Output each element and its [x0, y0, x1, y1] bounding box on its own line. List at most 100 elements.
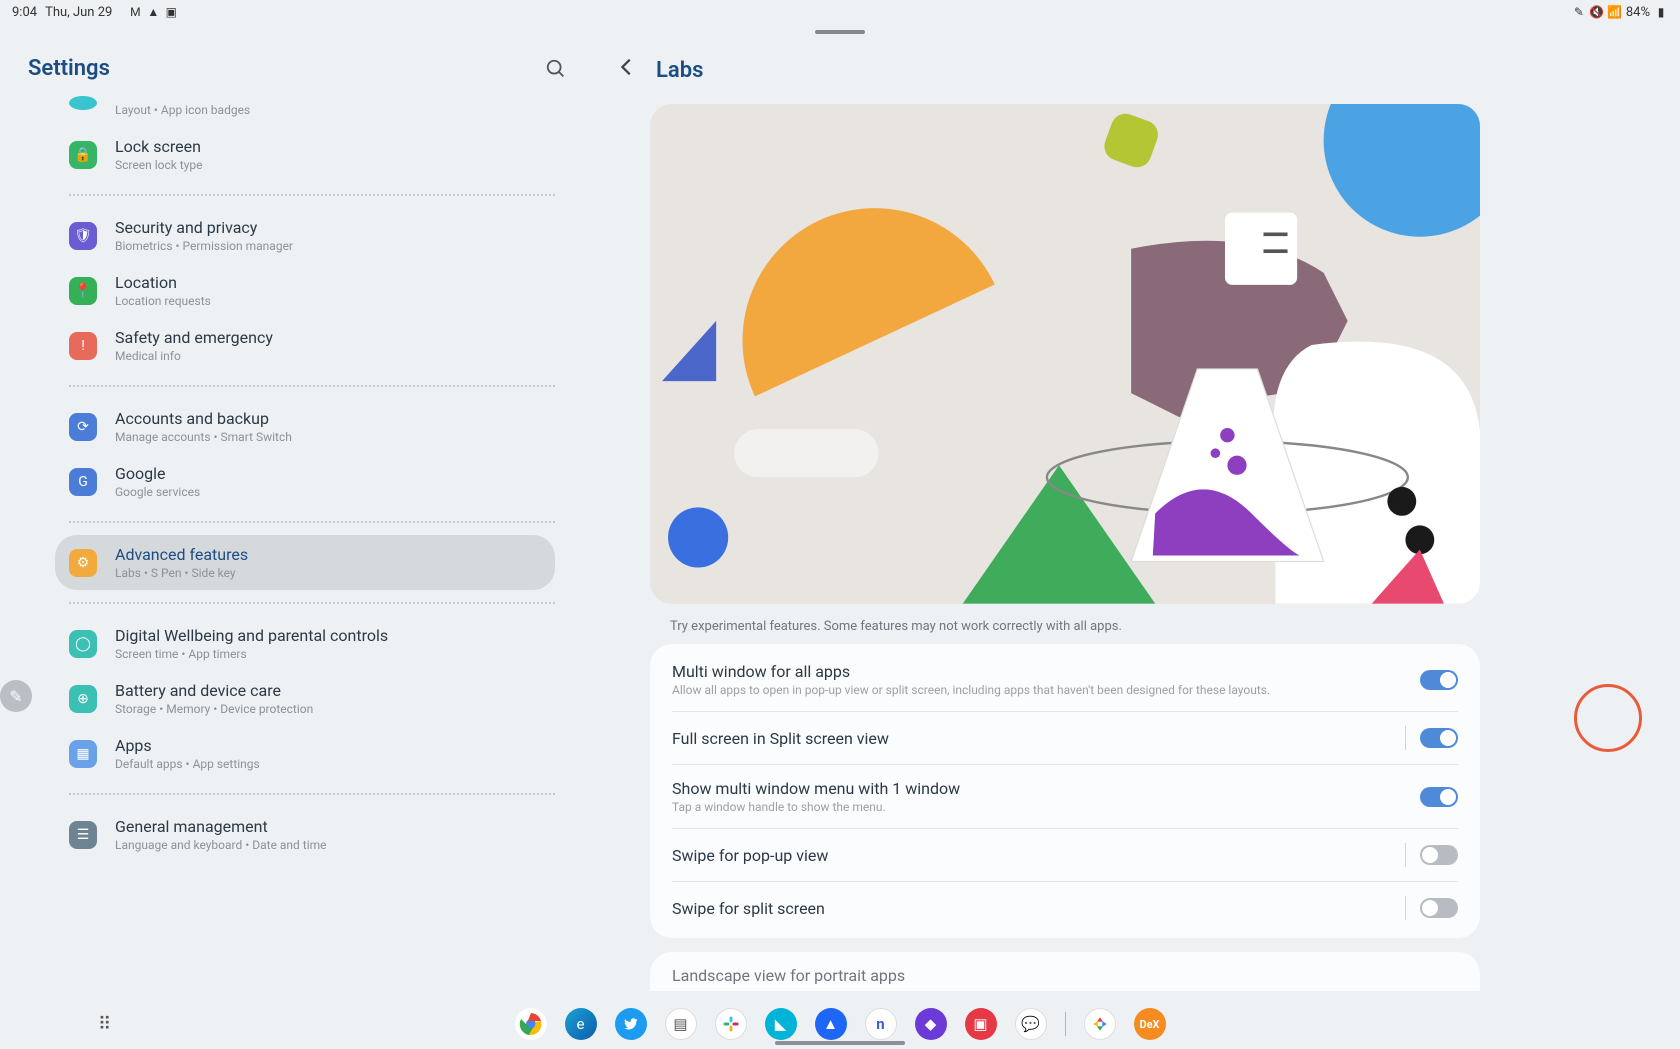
settings-item-location[interactable]: 📍 Location Location requests — [55, 263, 555, 318]
separator — [1405, 843, 1406, 867]
search-icon[interactable] — [545, 58, 567, 86]
labs-card-extra: Landscape view for portrait apps — [650, 952, 1480, 991]
item-title: Lock screen — [115, 137, 203, 156]
taskbar-separator — [1065, 1012, 1066, 1036]
edge-panel-handle[interactable]: ✎ — [0, 680, 32, 712]
messages-icon[interactable]: 💬 — [1015, 1008, 1047, 1040]
settings-item-google[interactable]: G Google Google services — [55, 454, 555, 509]
toggle-swipe-popup[interactable] — [1420, 845, 1458, 865]
settings-item-apps[interactable]: ▦ Apps Default apps • App settings — [55, 726, 555, 781]
toggle-show-menu[interactable] — [1420, 787, 1458, 807]
labs-row-fullscreen-split[interactable]: Full screen in Split screen view — [672, 712, 1458, 765]
settings-item-safety-emergency[interactable]: ! Safety and emergency Medical info — [55, 318, 555, 373]
app-icon-purple[interactable]: ◆ — [915, 1008, 947, 1040]
sliders-icon: ☰ — [69, 821, 97, 849]
photo-icon: ▣ — [164, 5, 178, 19]
app-icon-red[interactable]: ▣ — [965, 1008, 997, 1040]
row-title: Full screen in Split screen view — [672, 729, 889, 748]
item-sub: Screen lock type — [115, 158, 203, 172]
status-bar: 9:04 Thu, Jun 29 M ▲ ▣ ✎ 🔇 📶 84% ▮ — [0, 0, 1680, 24]
labs-row-swipe-popup[interactable]: Swipe for pop-up view — [672, 829, 1458, 882]
settings-sidebar: Settings Layout • App icon badges 🔒 Lock… — [0, 24, 600, 1049]
item-title: Accounts and backup — [115, 409, 292, 428]
dex-icon[interactable]: DeX — [1134, 1008, 1166, 1040]
settings-item-lock-screen[interactable]: 🔒 Lock screen Screen lock type — [55, 127, 555, 182]
lock-icon: 🔒 — [69, 141, 97, 169]
item-sub: Storage • Memory • Device protection — [115, 702, 313, 716]
item-title: Safety and emergency — [115, 328, 273, 347]
toggle-multi-window[interactable] — [1420, 670, 1458, 690]
slack-icon[interactable] — [715, 1008, 747, 1040]
item-title: Digital Wellbeing and parental controls — [115, 626, 388, 645]
settings-item-advanced-features[interactable]: ⚙ Advanced features Labs • S Pen • Side … — [55, 535, 555, 590]
item-title: Location — [115, 273, 211, 292]
settings-title: Settings — [10, 44, 570, 93]
labs-row-show-menu[interactable]: Show multi window menu with 1 window Tap… — [672, 765, 1458, 829]
labs-hero-image — [650, 104, 1480, 604]
separator — [1405, 726, 1406, 750]
row-title: Show multi window menu with 1 window — [672, 779, 960, 798]
status-time: 9:04 — [12, 5, 37, 20]
settings-item-security-privacy[interactable]: 🛡 Security and privacy Biometrics • Perm… — [55, 208, 555, 263]
google-icon: G — [69, 468, 97, 496]
labs-description: Try experimental features. Some features… — [670, 619, 1640, 634]
taskbar: ⠿ e ▤ ◣ ▲ n ◆ ▣ 💬 DeX — [0, 999, 1680, 1049]
warning-icon: ▲ — [146, 5, 160, 19]
app-icon-blue[interactable]: ▲ — [815, 1008, 847, 1040]
chrome-icon[interactable] — [515, 1008, 547, 1040]
pen-icon: ✎ — [1572, 5, 1586, 19]
sync-icon: ⟳ — [69, 413, 97, 441]
settings-item-digital-wellbeing[interactable]: ◯ Digital Wellbeing and parental control… — [55, 616, 555, 671]
item-sub: Google services — [115, 485, 200, 499]
battery-icon: ▮ — [1654, 5, 1668, 19]
row-title[interactable]: Landscape view for portrait apps — [672, 966, 1458, 985]
apps-icon: ▦ — [69, 740, 97, 768]
gear-icon: ⚙ — [69, 549, 97, 577]
row-title: Multi window for all apps — [672, 662, 1270, 681]
app-icon-n[interactable]: n — [865, 1008, 897, 1040]
back-icon[interactable] — [616, 56, 638, 84]
item-title: Apps — [115, 736, 260, 755]
divider — [69, 793, 555, 795]
wellbeing-icon: ◯ — [69, 630, 97, 658]
app-icon-teal[interactable]: ◣ — [765, 1008, 797, 1040]
labs-header: Labs — [610, 44, 1640, 104]
labs-row-multi-window[interactable]: Multi window for all apps Allow all apps… — [672, 648, 1458, 712]
item-title: Google — [115, 464, 200, 483]
photos-icon[interactable] — [1084, 1008, 1116, 1040]
status-date: Thu, Jun 29 — [45, 5, 112, 20]
location-icon: 📍 — [69, 277, 97, 305]
item-sub: Manage accounts • Smart Switch — [115, 430, 292, 444]
settings-item-battery-device-care[interactable]: ⊕ Battery and device care Storage • Memo… — [55, 671, 555, 726]
labs-panel: Labs — [600, 24, 1680, 1049]
toggle-fullscreen-split[interactable] — [1420, 728, 1458, 748]
battery-care-icon: ⊕ — [69, 685, 97, 713]
divider — [69, 602, 555, 604]
app-drawer-icon[interactable]: ⠿ — [98, 1014, 111, 1035]
row-subtitle: Allow all apps to open in pop-up view or… — [672, 683, 1270, 697]
item-sub: Labs • S Pen • Side key — [115, 566, 248, 580]
item-sub: Biometrics • Permission manager — [115, 239, 293, 253]
item-title: Advanced features — [115, 545, 248, 564]
settings-list: Layout • App icon badges 🔒 Lock screen S… — [10, 101, 570, 862]
settings-item-home-screen[interactable]: Layout • App icon badges — [55, 101, 555, 127]
files-icon[interactable]: ▤ — [665, 1008, 697, 1040]
divider — [69, 385, 555, 387]
settings-item-accounts-backup[interactable]: ⟳ Accounts and backup Manage accounts • … — [55, 399, 555, 454]
labs-card: Multi window for all apps Allow all apps… — [650, 644, 1480, 938]
item-sub: Medical info — [115, 349, 273, 363]
item-sub: Screen time • App timers — [115, 647, 388, 661]
edge-icon[interactable]: e — [565, 1008, 597, 1040]
labs-row-swipe-split[interactable]: Swipe for split screen — [672, 882, 1458, 934]
labs-title: Labs — [656, 58, 703, 83]
toggle-swipe-split[interactable] — [1420, 898, 1458, 918]
settings-item-general-management[interactable]: ☰ General management Language and keyboa… — [55, 807, 555, 862]
item-title: Security and privacy — [115, 218, 293, 237]
row-title: Swipe for pop-up view — [672, 846, 828, 865]
status-right: ✎ 🔇 📶 84% ▮ — [1572, 5, 1668, 20]
item-sub: Location requests — [115, 294, 211, 308]
twitter-icon[interactable] — [615, 1008, 647, 1040]
nav-handle[interactable] — [775, 1041, 905, 1045]
shield-icon: 🛡 — [69, 222, 97, 250]
divider — [69, 194, 555, 196]
